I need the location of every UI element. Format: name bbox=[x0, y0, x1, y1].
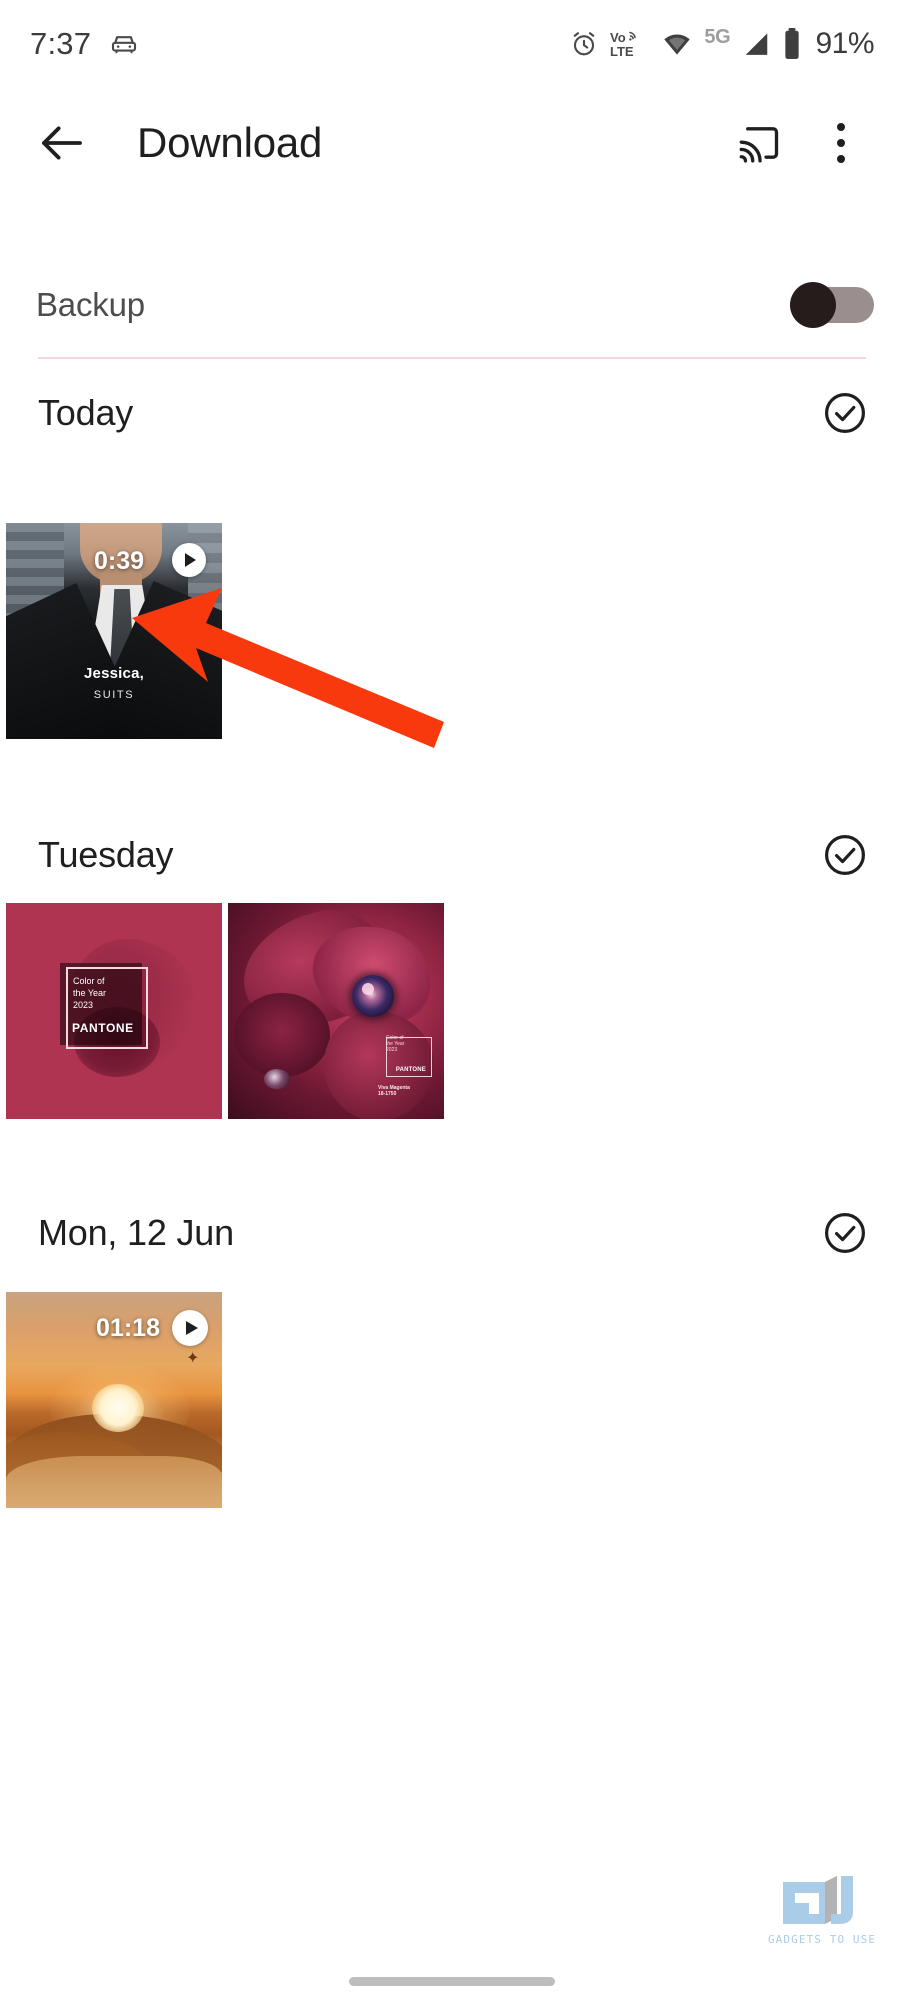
creature-orb bbox=[264, 1069, 290, 1089]
app-bar: Download bbox=[0, 88, 904, 198]
creature-card-brand: PANTONE bbox=[395, 1067, 426, 1073]
more-vertical-icon bbox=[837, 123, 845, 163]
sun-disc bbox=[92, 1384, 144, 1432]
creature-card-sub: Viva Magenta 18-1750 bbox=[378, 1085, 430, 1097]
media-thumbnail-pantone-card[interactable]: Color of the Year 2023 PANTONE bbox=[6, 903, 222, 1119]
section-header-tuesday: Tuesday bbox=[0, 820, 904, 890]
suits-caption-line1: Jessica, bbox=[84, 665, 144, 682]
media-row-today: Jessica, SUITS 0:39 bbox=[6, 523, 222, 739]
pantone-card-brand: PANTONE bbox=[72, 1021, 134, 1035]
signal-bars-icon bbox=[741, 29, 771, 59]
sunset-foreground-sand bbox=[6, 1456, 222, 1508]
toggle-knob bbox=[790, 282, 836, 328]
status-time: 7:37 bbox=[30, 26, 92, 61]
pantone-card-line3: 2023 bbox=[73, 1000, 94, 1010]
select-all-mon-12-jun-button[interactable] bbox=[818, 1206, 872, 1260]
battery-percent-label: 91% bbox=[815, 27, 874, 60]
status-bar: 7:37 Vo LTE 5G 91% bbox=[0, 0, 904, 88]
creature-card-line3: 2023 bbox=[386, 1047, 398, 1053]
media-row-tuesday: Color of the Year 2023 PANTONE Color of … bbox=[6, 903, 444, 1119]
backup-row[interactable]: Backup bbox=[0, 270, 904, 340]
section-header-mon-12-jun: Mon, 12 Jun bbox=[0, 1198, 904, 1268]
battery-icon bbox=[782, 28, 802, 60]
creature-eye bbox=[352, 975, 394, 1017]
section-title: Today bbox=[38, 392, 134, 433]
backup-label: Backup bbox=[36, 286, 145, 323]
cast-button[interactable] bbox=[724, 108, 794, 178]
suits-caption-line2: SUITS bbox=[93, 689, 135, 701]
creature-form-3 bbox=[234, 993, 330, 1077]
creature-eye-highlight bbox=[362, 983, 374, 995]
gesture-nav-handle[interactable] bbox=[349, 1977, 555, 1986]
bird-icon: ✦ bbox=[186, 1350, 200, 1367]
section-header-today: Today bbox=[0, 378, 904, 448]
video-duration-label: 01:18 bbox=[96, 1314, 160, 1342]
select-all-tuesday-button[interactable] bbox=[818, 828, 872, 882]
play-circle-icon[interactable] bbox=[172, 543, 206, 577]
creature-card-text: Color of the Year 2023 bbox=[386, 1035, 426, 1053]
pantone-card-text: Color of the Year 2023 bbox=[73, 975, 143, 1011]
status-bar-right: Vo LTE 5G 91% bbox=[569, 25, 874, 61]
wifi-icon bbox=[661, 29, 693, 59]
svg-text:LTE: LTE bbox=[610, 44, 634, 59]
select-all-today-button[interactable] bbox=[818, 386, 872, 440]
back-button[interactable] bbox=[25, 106, 99, 180]
backup-toggle[interactable] bbox=[790, 282, 874, 328]
car-icon bbox=[109, 29, 139, 59]
pantone-card-line2: the Year bbox=[73, 988, 107, 998]
watermark: GADGETS TO USE bbox=[764, 1868, 880, 1946]
play-circle-icon[interactable] bbox=[172, 1310, 208, 1346]
page-title: Download bbox=[137, 119, 323, 166]
media-thumbnail-pantone-creature[interactable]: Color of the Year 2023 PANTONE Viva Mage… bbox=[228, 903, 444, 1119]
section-title: Mon, 12 Jun bbox=[38, 1212, 234, 1253]
gadgets-to-use-logo bbox=[783, 1876, 853, 1924]
section-title: Tuesday bbox=[38, 834, 174, 875]
header-divider bbox=[38, 357, 866, 359]
alarm-icon bbox=[569, 29, 599, 59]
pantone-card-line1: Color of bbox=[73, 976, 105, 986]
phone-screen: 7:37 Vo LTE 5G 91% Download Backup Today… bbox=[0, 0, 904, 2004]
volte-icon: Vo LTE bbox=[610, 28, 650, 60]
overflow-menu-button[interactable] bbox=[806, 108, 876, 178]
network-type-label: 5G bbox=[704, 25, 731, 48]
media-row-mon-12-jun: ✦ 01:18 bbox=[6, 1292, 222, 1508]
watermark-text: GADGETS TO USE bbox=[767, 1933, 877, 1946]
svg-text:Vo: Vo bbox=[610, 30, 626, 45]
creature-card-sub2: 18-1750 bbox=[378, 1091, 397, 1097]
media-thumbnail-video-suits[interactable]: Jessica, SUITS 0:39 bbox=[6, 523, 222, 739]
video-duration-label: 0:39 bbox=[94, 547, 145, 575]
media-thumbnail-video-sunset[interactable]: ✦ 01:18 bbox=[6, 1292, 222, 1508]
status-bar-left: 7:37 bbox=[30, 26, 139, 62]
